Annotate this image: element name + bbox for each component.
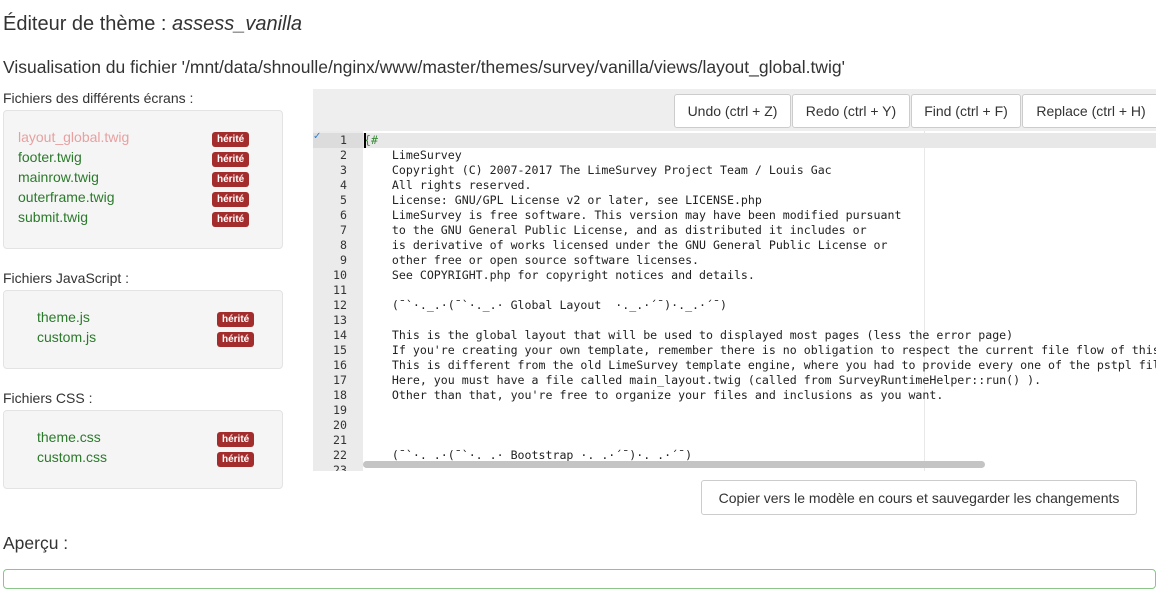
- line-number: 12: [333, 298, 347, 312]
- line-number: 19: [333, 403, 347, 417]
- file-link[interactable]: footer.twig: [18, 149, 82, 165]
- code-line[interactable]: If you're creating your own template, re…: [363, 343, 1156, 358]
- line-number: 17: [333, 373, 347, 387]
- horizontal-scrollbar[interactable]: [363, 461, 985, 468]
- inherited-badge: hérité: [212, 152, 250, 167]
- file-link[interactable]: mainrow.twig: [18, 169, 99, 185]
- line-number: 6: [340, 208, 347, 222]
- css-files-box: theme.css hérité custom.css hérité: [3, 410, 283, 489]
- line-number: 22: [333, 448, 347, 462]
- line-number: 23: [333, 463, 347, 471]
- file-link[interactable]: submit.twig: [18, 209, 88, 225]
- theme-name: assess_vanilla: [171, 13, 303, 35]
- line-number: 7: [340, 223, 347, 237]
- file-link[interactable]: layout_global.twig: [18, 129, 129, 145]
- code-line[interactable]: All rights reserved.: [363, 178, 532, 193]
- css-label: Fichiers CSS :: [3, 390, 93, 406]
- preview-frame: [3, 569, 1156, 589]
- code-line[interactable]: Other than that, you're free to organize…: [363, 388, 943, 403]
- page-title: Éditeur de thème : assess_vanilla: [3, 13, 302, 36]
- find-button[interactable]: Find (ctrl + F): [911, 94, 1021, 128]
- code-line[interactable]: to the GNU General Public License, and a…: [363, 223, 867, 238]
- code-line[interactable]: This is the global layout that will be u…: [363, 328, 1013, 343]
- file-link[interactable]: theme.css: [37, 429, 101, 445]
- line-number: 9: [340, 253, 347, 267]
- line-number: 5: [340, 193, 347, 207]
- file-link[interactable]: theme.js: [37, 309, 90, 325]
- line-number: 20: [333, 418, 347, 432]
- active-line: [313, 133, 1156, 148]
- line-number: 16: [333, 358, 347, 372]
- screens-label: Fichiers des différents écrans :: [3, 90, 194, 106]
- inherited-badge: hérité: [212, 212, 250, 227]
- code-line[interactable]: This is different from the old LimeSurve…: [363, 358, 1156, 373]
- code-line[interactable]: (¯`·._.·(¯`·._.· Global Layout ·._.·´¯)·…: [363, 298, 727, 313]
- preview-label: Aperçu :: [3, 533, 69, 553]
- inherited-badge: hérité: [217, 332, 255, 347]
- js-label: Fichiers JavaScript :: [3, 270, 130, 286]
- inherited-badge: hérité: [217, 432, 255, 447]
- code-line[interactable]: Copyright (C) 2007-2017 The LimeSurvey P…: [363, 163, 832, 178]
- inherited-badge: hérité: [212, 192, 250, 207]
- line-number: 8: [340, 238, 347, 252]
- line-number: 11: [333, 283, 347, 297]
- code-line[interactable]: LimeSurvey is free software. This versio…: [363, 208, 902, 223]
- undo-button[interactable]: Undo (ctrl + Z): [674, 94, 791, 128]
- line-number: 2: [340, 148, 347, 162]
- line-number: 10: [333, 268, 347, 282]
- code-line[interactable]: other free or open source software licen…: [363, 253, 699, 268]
- code-line[interactable]: License: GNU/GPL License v2 or later, se…: [363, 193, 762, 208]
- line-number: 3: [340, 163, 347, 177]
- line-number: 4: [340, 178, 347, 192]
- inherited-badge: hérité: [217, 312, 255, 327]
- inherited-badge: hérité: [212, 132, 250, 147]
- code-line[interactable]: LimeSurvey: [363, 148, 462, 163]
- file-path-heading: Visualisation du fichier '/mnt/data/shno…: [3, 57, 845, 77]
- editor-toolbar: Undo (ctrl + Z) Redo (ctrl + Y) Find (ct…: [313, 89, 1156, 131]
- line-number: 15: [333, 343, 347, 357]
- js-files-box: theme.js hérité custom.js hérité: [3, 290, 283, 369]
- inherited-badge: hérité: [212, 172, 250, 187]
- screens-files-box: layout_global.twig hérité footer.twig hérit…: [3, 110, 283, 249]
- redo-button[interactable]: Redo (ctrl + Y): [792, 94, 910, 128]
- line-number: 14: [333, 328, 347, 342]
- file-link[interactable]: custom.css: [37, 449, 107, 465]
- code-line[interactable]: is derivative of works licensed under th…: [363, 238, 888, 253]
- file-link[interactable]: outerframe.twig: [18, 189, 114, 205]
- file-link[interactable]: custom.js: [37, 329, 96, 345]
- line-number: 21: [333, 433, 347, 447]
- code-line[interactable]: Here, you must have a file called main_l…: [363, 373, 1041, 388]
- line-number: 13: [333, 313, 347, 327]
- line-number: 18: [333, 388, 347, 402]
- inherited-badge: hérité: [217, 452, 255, 467]
- title-prefix: Éditeur de thème :: [3, 13, 172, 35]
- text-cursor: [364, 133, 366, 148]
- line-number: 1: [340, 133, 347, 147]
- save-changes-button[interactable]: Copier vers le modèle en cours et sauveg…: [701, 480, 1137, 515]
- code-line[interactable]: See COPYRIGHT.php for copyright notices …: [363, 268, 755, 283]
- print-margin: [924, 131, 925, 471]
- code-editor[interactable]: Undo (ctrl + Z) Redo (ctrl + Y) Find (ct…: [313, 89, 1156, 471]
- replace-button[interactable]: Replace (ctrl + H): [1022, 94, 1156, 128]
